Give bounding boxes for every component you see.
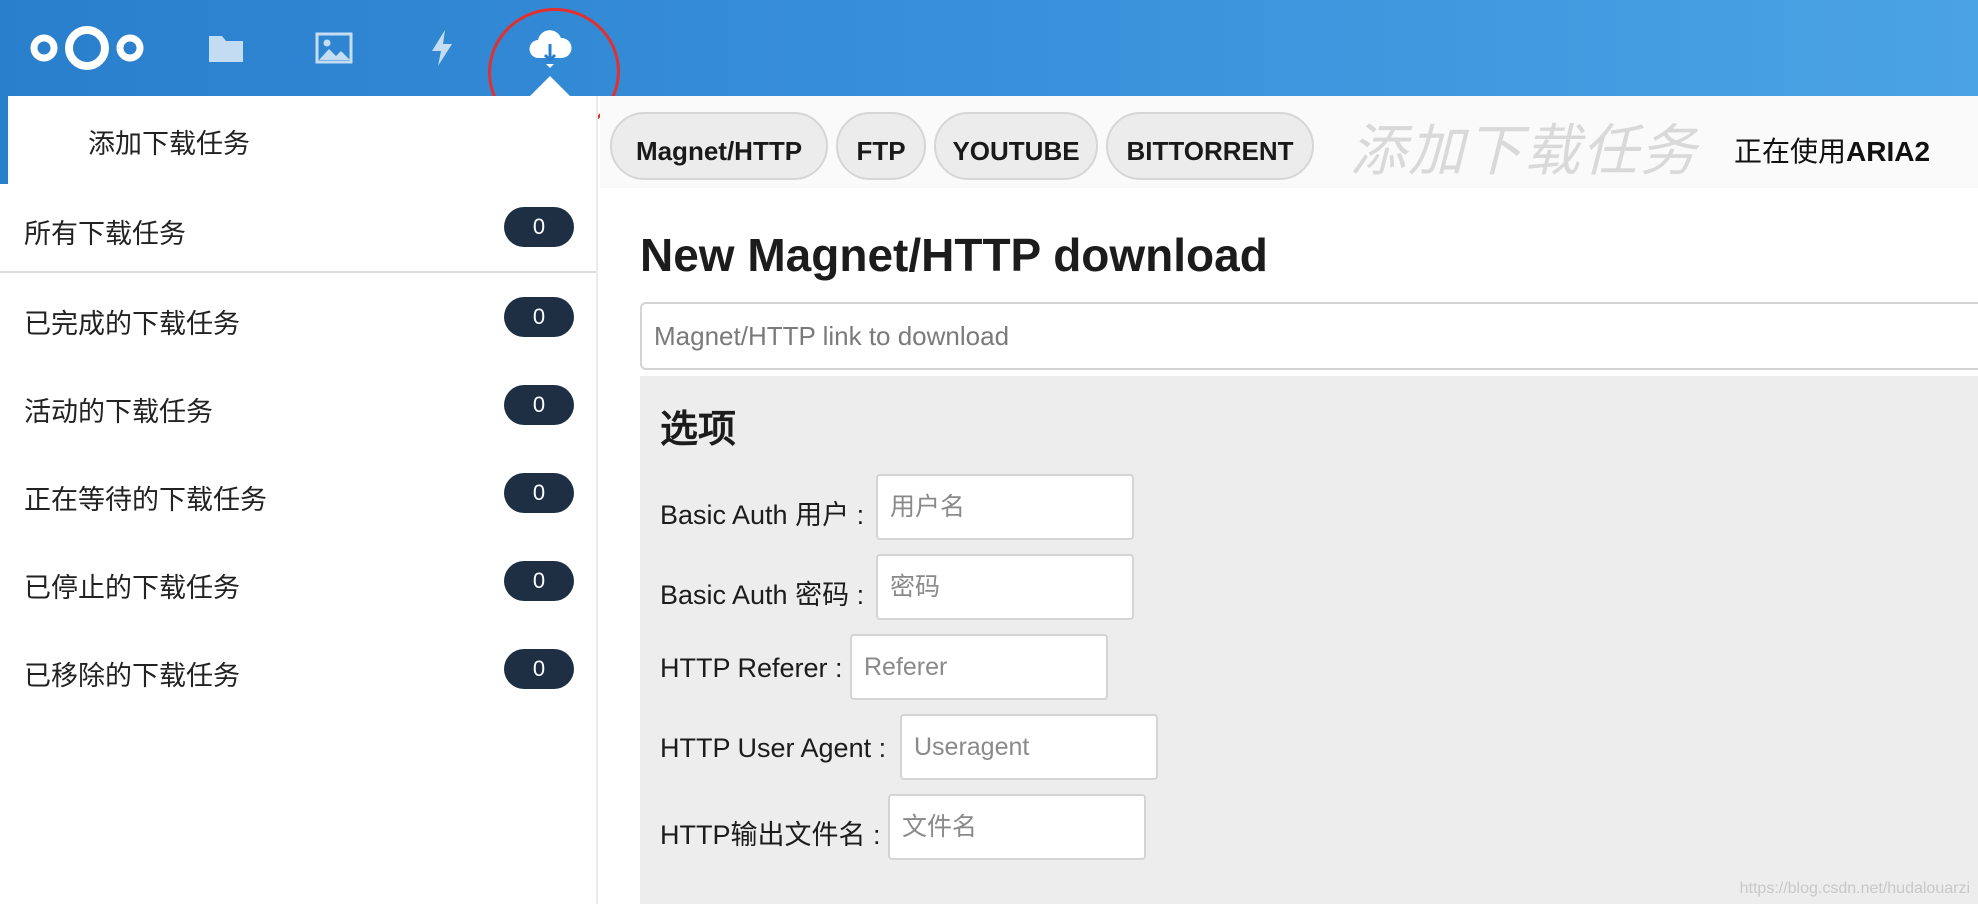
- top-header: [0, 0, 1978, 96]
- sidebar-item-label: 所有下载任务: [24, 219, 186, 249]
- auth-password-label: Basic Auth 密码 :: [660, 580, 865, 610]
- sidebar-item-label: 已移除的下载任务: [24, 661, 240, 691]
- output-filename-label: HTTP输出文件名 :: [660, 820, 881, 850]
- sidebar-item-add-download[interactable]: 添加下载任务: [0, 96, 596, 184]
- activity-app-icon[interactable]: [414, 20, 470, 76]
- sidebar-item-label: 正在等待的下载任务: [24, 485, 267, 515]
- engine-status: 正在使用ARIA2: [1734, 130, 1930, 170]
- sidebar-item-label: 已停止的下载任务: [24, 573, 240, 603]
- count-badge: 0: [504, 207, 574, 247]
- sidebar-item-label: 活动的下载任务: [24, 397, 213, 427]
- auth-user-label: Basic Auth 用户 :: [660, 500, 865, 530]
- active-app-indicator: [530, 76, 570, 96]
- sidebar-item-label: 已完成的下载任务: [24, 309, 240, 339]
- tab-youtube[interactable]: YOUTUBE: [934, 112, 1098, 180]
- sidebar-divider: [0, 271, 596, 273]
- sidebar-item-all[interactable]: 所有下载任务 0: [0, 192, 596, 264]
- gallery-app-icon[interactable]: [306, 20, 362, 76]
- referer-input[interactable]: [850, 634, 1108, 700]
- sidebar-item-completed[interactable]: 已完成的下载任务 0: [0, 282, 596, 354]
- sidebar-item-active[interactable]: 活动的下载任务 0: [0, 370, 596, 442]
- sidebar-item-waiting[interactable]: 正在等待的下载任务 0: [0, 458, 596, 530]
- source-watermark: https://blog.csdn.net/hudalouarzi: [1739, 880, 1970, 897]
- sidebar-item-removed[interactable]: 已移除的下载任务 0: [0, 634, 596, 706]
- sidebar-item-stopped[interactable]: 已停止的下载任务 0: [0, 546, 596, 618]
- user-agent-input[interactable]: [900, 714, 1158, 780]
- count-badge: 0: [504, 561, 574, 601]
- count-badge: 0: [504, 473, 574, 513]
- sidebar: 添加下载任务 所有下载任务 0 已完成的下载任务 0 活动的下载任务 0 正在等…: [0, 96, 598, 904]
- nextcloud-logo-icon[interactable]: [26, 20, 148, 76]
- page-watermark-title: 添加下载任务: [1350, 119, 1698, 182]
- user-agent-label: HTTP User Agent :: [660, 733, 887, 763]
- auth-password-input[interactable]: [876, 554, 1134, 620]
- page-title: New Magnet/HTTP download: [640, 229, 1268, 281]
- magnet-url-input[interactable]: [640, 302, 1978, 370]
- engine-name: ARIA2: [1846, 136, 1931, 167]
- engine-prefix: 正在使用: [1734, 136, 1847, 167]
- sidebar-item-label: 添加下载任务: [88, 129, 250, 159]
- options-panel: 选项 Basic Auth 用户 : Basic Auth 密码 : HTTP …: [640, 376, 1978, 904]
- auth-user-input[interactable]: [876, 474, 1134, 540]
- downloader-app-icon[interactable]: [522, 20, 578, 76]
- options-heading: 选项: [660, 409, 737, 451]
- tab-bittorrent[interactable]: BITTORRENT: [1106, 112, 1314, 180]
- referer-label: HTTP Referer :: [660, 653, 843, 683]
- output-filename-input[interactable]: [888, 794, 1146, 860]
- files-app-icon[interactable]: [198, 20, 254, 76]
- download-type-tabs: Magnet/HTTP FTP YOUTUBE BITTORRENT 添加下载任…: [600, 96, 1978, 188]
- count-badge: 0: [504, 385, 574, 425]
- tab-ftp[interactable]: FTP: [836, 112, 926, 180]
- tab-magnet-http[interactable]: Magnet/HTTP: [610, 112, 828, 180]
- count-badge: 0: [504, 649, 574, 689]
- count-badge: 0: [504, 297, 574, 337]
